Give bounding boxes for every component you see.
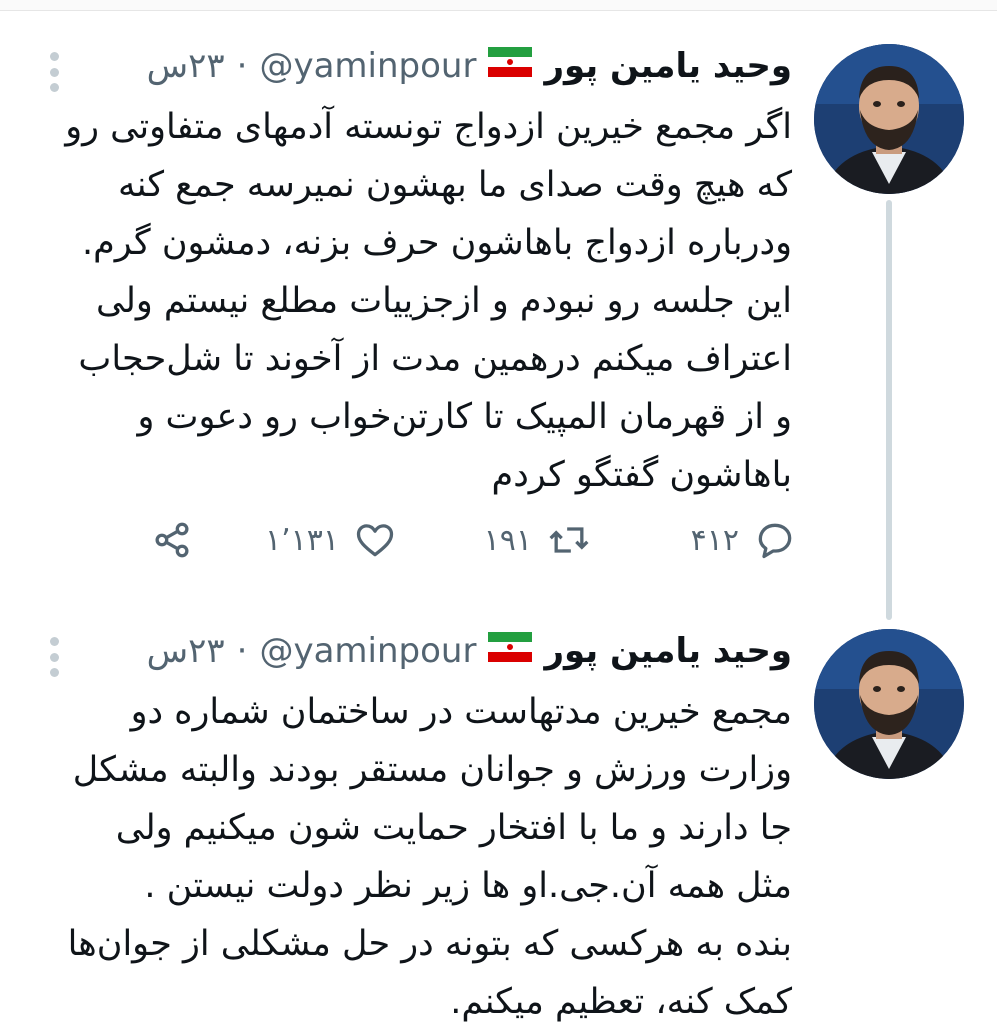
top-divider [0,0,997,11]
tweet-text-line: کمک کنه، تعظیم میکنم. [450,982,792,1022]
iran-flag-icon [488,46,533,86]
reply-icon [753,518,797,562]
tweet-text-line: اگر مجمع خیرین ازدواج تونسته آدمهای متفا… [65,107,792,147]
tweet-text-line: مجمع خیرین مدتهاست در ساختمان شماره دو [130,692,792,732]
tweet-text: اگر مجمع خیرین ازدواج تونسته آدمهای متفا… [30,98,792,504]
tweet-text-line: بنده به هرکسی که بتونه در حل مشکلی از جو… [67,924,792,964]
tweet-text-line: که هیچ وقت صدای ما بهشون نمیرسه جمع کنه [118,165,792,205]
separator-dot: · [236,46,248,86]
tweet-text-line: باهاشون گفتگو کردم [491,455,792,495]
tweet-text-line: اعتراف میکنم درهمین مدت از آخوند تا شل‌ح… [78,339,792,379]
retweet-icon [546,518,592,562]
author-name[interactable]: وحید یامین پور [544,631,792,671]
tweet-header: وحید یامین پور @yaminpour · ۲۳س [147,46,792,86]
avatar[interactable] [814,629,964,779]
like-icon [353,518,397,562]
tweet-text-line: و از قهرمان المپیک تا کارتن‌خواب رو دعوت… [137,397,792,437]
reply-count: ۴۱۲ [690,522,739,558]
like-button[interactable]: ۱٬۱۳۱ [265,518,397,562]
tweet[interactable]: وحید یامین پور @yaminpour · ۲۳س مجمع خیر… [0,625,997,1024]
iran-flag-icon [488,631,533,671]
avatar[interactable] [814,44,964,194]
retweet-button[interactable]: ۱۹۱ [484,518,592,562]
timestamp[interactable]: ۲۳س [147,631,225,671]
reply-button[interactable]: ۴۱۲ [691,518,797,562]
timestamp[interactable]: ۲۳س [147,46,225,86]
separator-dot: · [236,631,248,671]
share-icon [150,518,194,562]
author-handle[interactable]: @yaminpour [259,46,476,86]
like-count: ۱٬۱۳۱ [265,522,339,558]
tweet-text-line: وزارت ورزش و جوانان مستقر بودند والبته م… [72,750,792,790]
tweet[interactable]: وحید یامین پور @yaminpour · ۲۳س اگر مجمع… [0,40,997,625]
tweet-header: وحید یامین پور @yaminpour · ۲۳س [147,631,792,671]
author-name[interactable]: وحید یامین پور [544,46,792,86]
tweet-text-line: ودرباره ازدواج باهاشون حرف بزنه، دمشون گ… [81,223,792,263]
tweet-text-line: مثل همه آن.جی.او ها زیر نظر دولت نیستن . [144,866,792,906]
more-icon[interactable] [48,52,60,92]
tweet-text-line: جا دارند و ما با افتخار حمایت شون میکنیم… [115,808,792,848]
tweet-text-line: این جلسه رو نبودم و ازجزییات مطلع نیستم … [96,281,792,321]
tweet-actions: ۴۱۲ ۱۹۱ ۱٬۱۳۱ [0,508,997,568]
tweet-text: مجمع خیرین مدتهاست در ساختمان شماره دو و… [30,683,792,1031]
share-button[interactable] [150,518,194,562]
more-icon[interactable] [48,637,60,677]
retweet-count: ۱۹۱ [483,522,532,558]
author-handle[interactable]: @yaminpour [259,631,476,671]
